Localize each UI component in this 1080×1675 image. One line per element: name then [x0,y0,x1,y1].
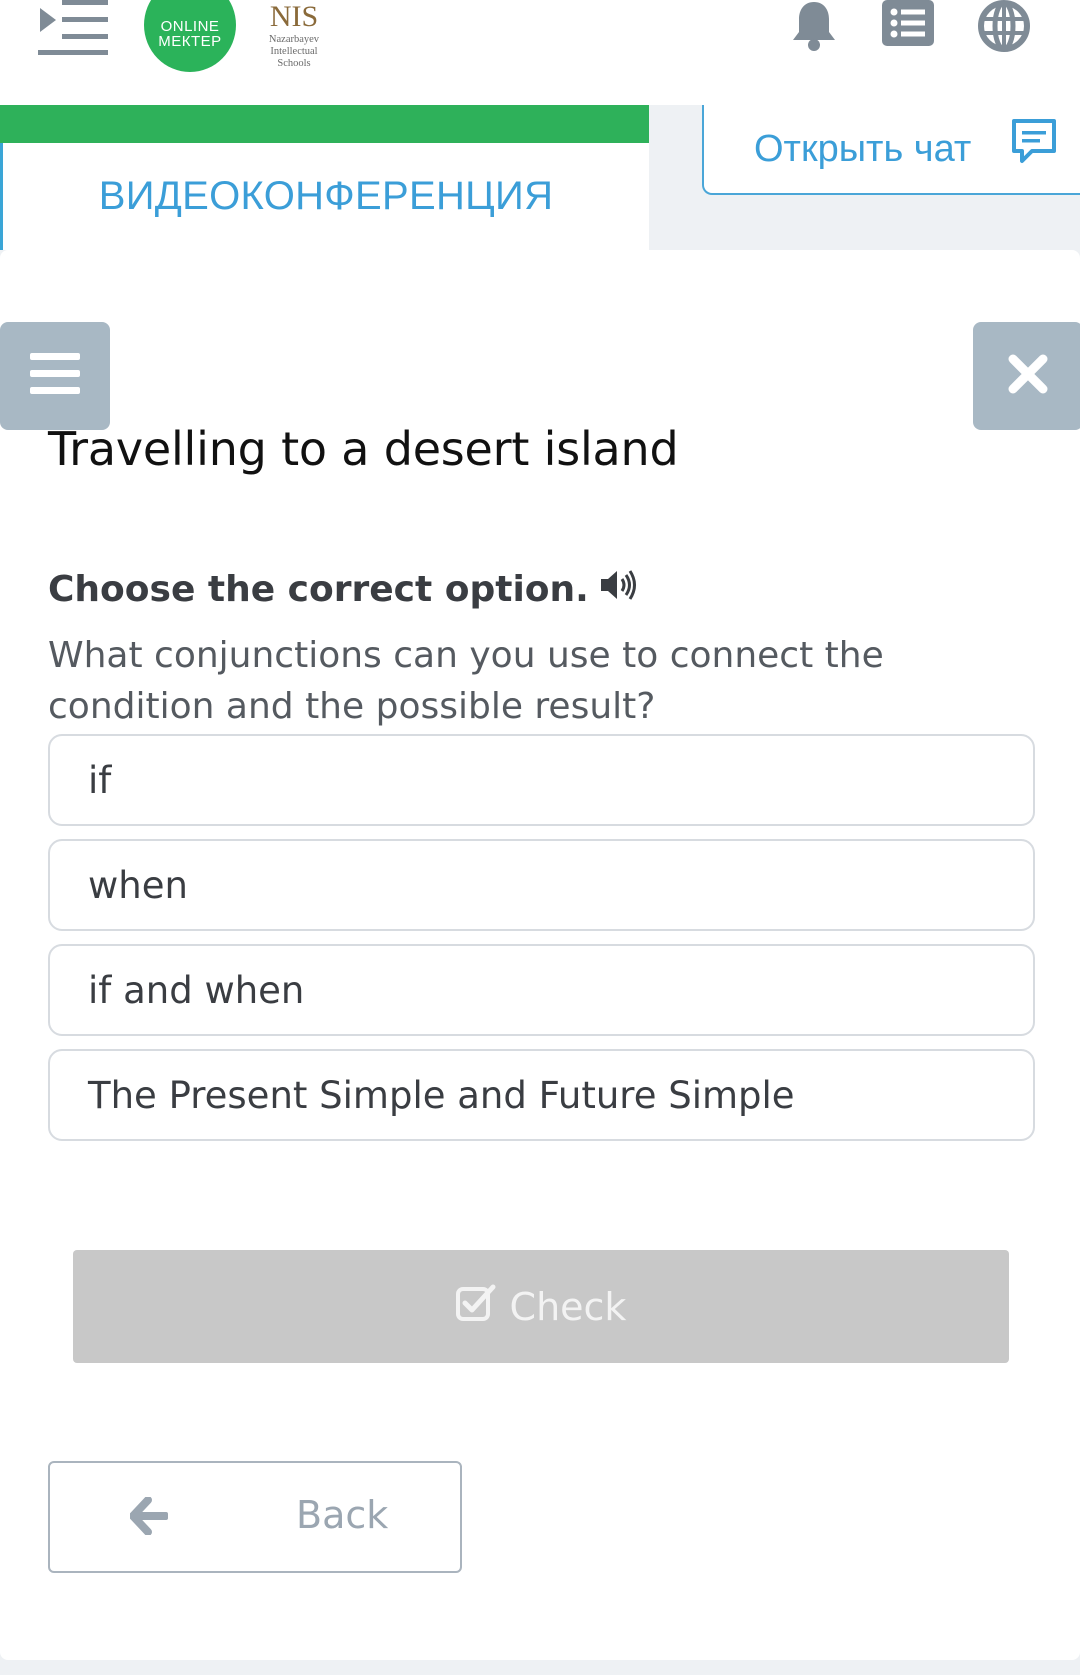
nis-logo: NIS Nazarbayev Intellectual Schools [254,0,334,72]
answer-option-label: when [88,863,188,907]
open-chat-label: Открыть чат [754,127,972,170]
check-square-icon [455,1283,496,1330]
bell-icon[interactable] [790,0,838,56]
answer-option[interactable]: if and when [48,944,1035,1036]
globe-icon[interactable] [978,0,1030,56]
check-label: Check [509,1284,627,1329]
nis-logo-line3: Schools [277,58,311,69]
open-chat-button[interactable]: Открыть чат [702,105,1080,195]
close-icon [1007,353,1049,399]
logo-online-line2: МЕКТЕР [158,33,222,50]
nis-logo-main: NIS [269,0,319,33]
answer-option[interactable]: The Present Simple and Future Simple [48,1049,1035,1141]
quiz-card: Travelling to a desert island Choose the… [0,250,1080,1660]
videoconference-label: ВИДЕОКОНФЕРЕНЦИЯ [98,174,554,218]
instruction-text: Choose the correct option. [48,569,589,610]
hamburger-icon [30,353,80,399]
back-label: Back [296,1493,389,1537]
lesson-menu-button[interactable] [0,322,110,430]
answer-option[interactable]: if [48,734,1035,826]
instruction: Choose the correct option. [48,568,637,611]
lesson-title: Travelling to a desert island [48,422,679,476]
speaker-icon[interactable] [599,568,637,611]
online-mektep-logo[interactable]: ONLINE МЕКТЕР [144,0,236,72]
course-progress-bar [0,105,649,143]
question-text: What conjunctions can you use to connect… [48,635,884,727]
arrow-left-icon [129,1496,170,1544]
videoconference-tab[interactable]: ВИДЕОКОНФЕРЕНЦИЯ [0,143,649,250]
logo-online-line1: ONLINE [160,18,220,35]
answer-option-label: if [88,758,112,802]
nis-logo-line2: Intellectual [270,46,318,57]
answer-option-label: if and when [88,968,305,1012]
top-bar: ONLINE МЕКТЕР NIS Nazarbayev Intellectua… [0,0,1080,105]
answer-option-label: The Present Simple and Future Simple [88,1073,795,1117]
menu-toggle-icon[interactable] [38,0,108,60]
back-button[interactable]: Back [48,1461,462,1573]
nis-logo-line1: Nazarbayev [268,34,320,45]
answer-option[interactable]: when [48,839,1035,931]
chat-icon [1010,117,1058,179]
close-button[interactable] [973,322,1080,430]
check-button[interactable]: Check [73,1250,1009,1363]
list-icon[interactable] [882,0,934,52]
